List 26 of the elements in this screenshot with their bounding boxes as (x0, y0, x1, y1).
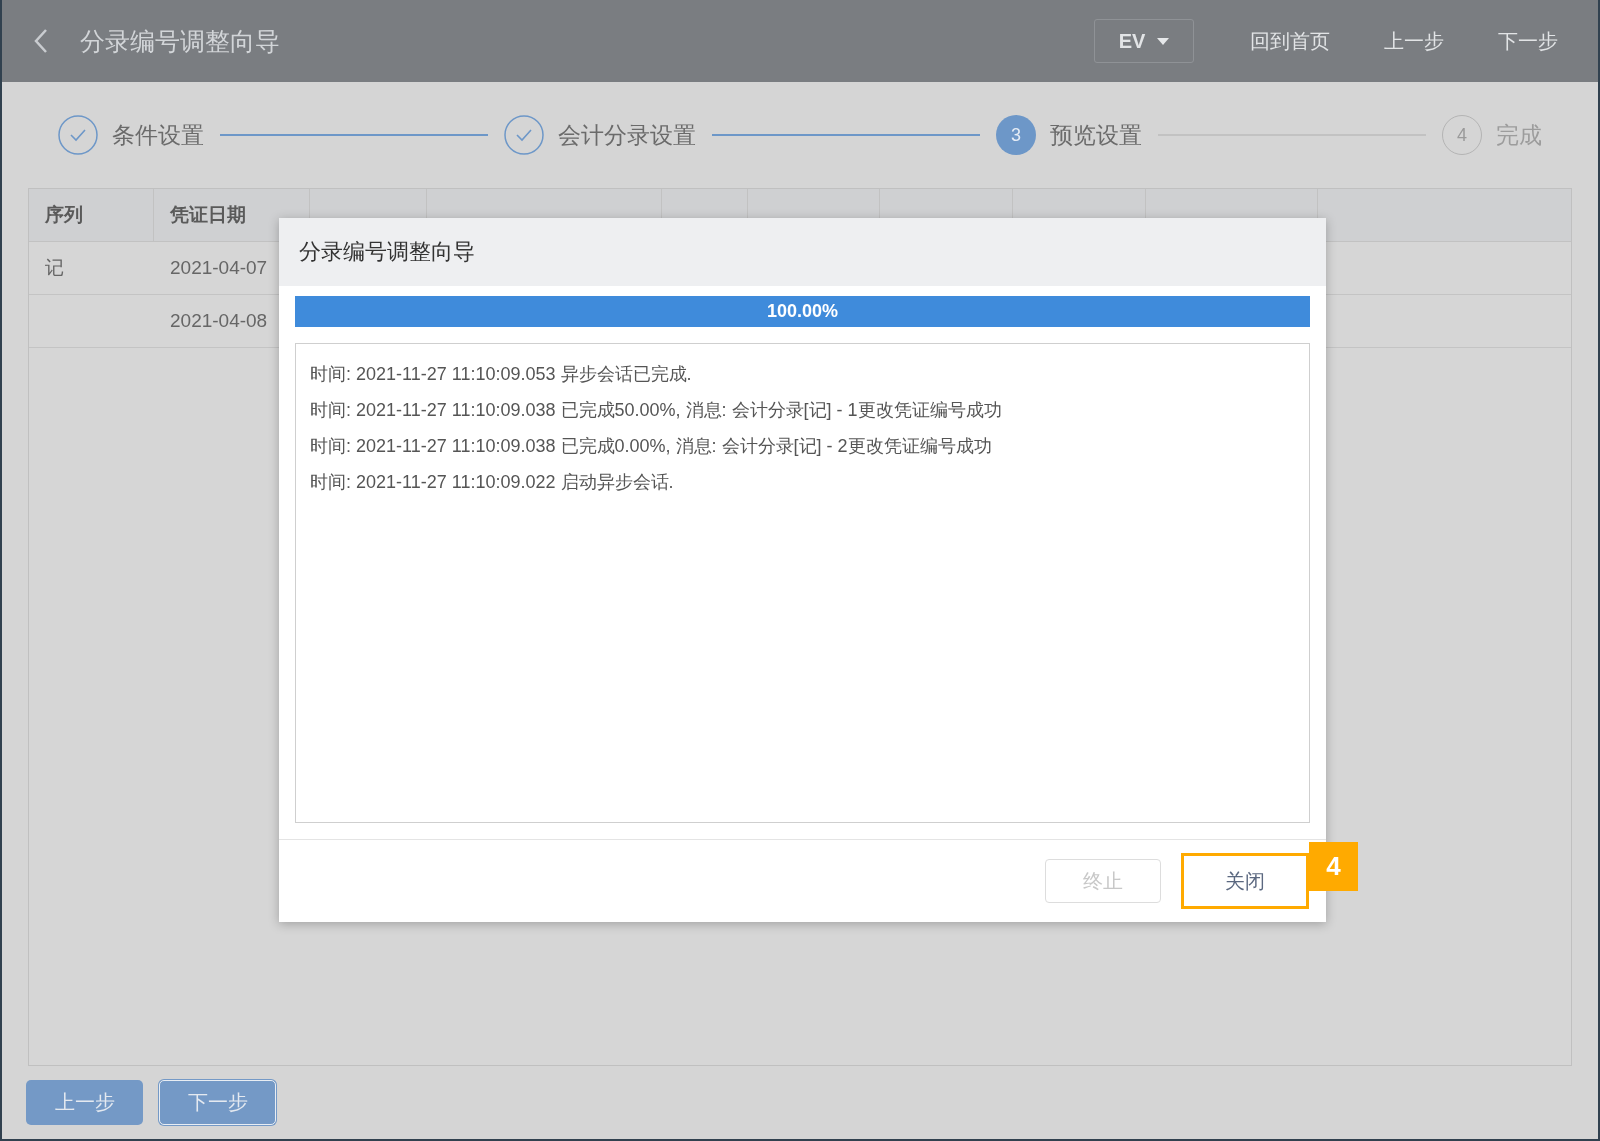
progress-label: 100.00% (766, 301, 839, 322)
caret-icon (1157, 37, 1170, 45)
step-button[interactable]: 上一步 (26, 1080, 143, 1125)
header-link[interactable]: 下一步 (1482, 27, 1574, 55)
column-header: 凭证日期 (170, 203, 246, 227)
table-cell: 2021-04-07 (170, 257, 268, 279)
callout-badge: 4 (1309, 842, 1358, 891)
version-dropdown[interactable]: EV (1094, 19, 1194, 63)
log-line: 时间: 2021-11-27 11:10:09.053 异步会话已完成. (310, 363, 693, 386)
step-label: 条件设置 (112, 120, 204, 150)
header-link[interactable]: 回到首页 (1234, 27, 1346, 55)
step-button[interactable]: 下一步 (159, 1080, 276, 1125)
back-icon[interactable] (34, 28, 48, 54)
table-cell: 2021-04-08 (170, 310, 268, 332)
log-line: 时间: 2021-11-27 11:10:09.038 已完成0.00%, 消息: 会计分录[记] - 2更改凭证编号成功 (310, 435, 993, 458)
dialog-title: 分录编号调整向导 (299, 238, 475, 266)
log-line: 时间: 2021-11-27 11:10:09.038 已完成50.00%, 消息: 会计分录[记] - 1更改凭证编号成功 (310, 399, 1003, 422)
step-label: 完成 (1496, 120, 1542, 150)
step-label: 预览设置 (1050, 120, 1142, 150)
step-number: 3 (996, 115, 1036, 155)
header-link[interactable]: 上一步 (1368, 27, 1460, 55)
window-title: 分录编号调整向导 (80, 25, 280, 57)
table-cell-text: 记 (45, 256, 64, 280)
log-line: 时间: 2021-11-27 11:10:09.022 启动异步会话. (310, 471, 675, 494)
step-label: 会计分录设置 (558, 120, 696, 150)
column-header: 序列 (45, 203, 83, 227)
